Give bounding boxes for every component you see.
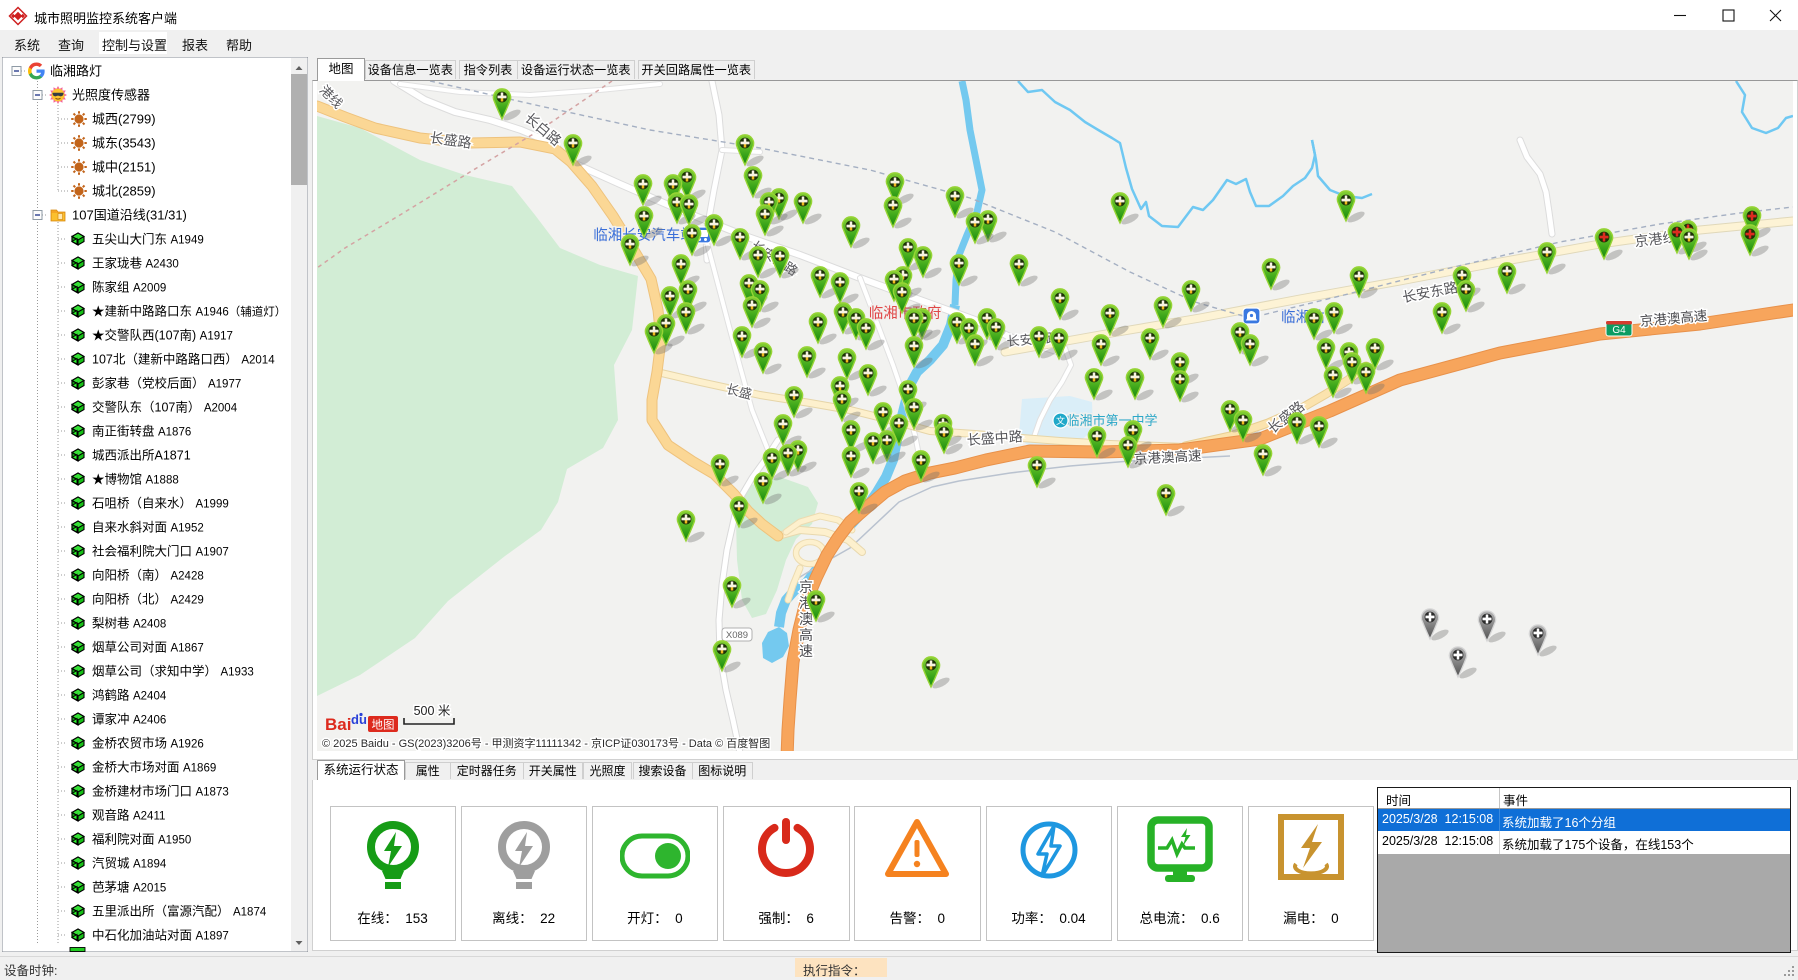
svg-text:五里派出所（富源汽配） A1874: 五里派出所（富源汽配） A1874 xyxy=(92,904,267,919)
svg-text:汽贸城 A1894: 汽贸城 A1894 xyxy=(92,856,167,871)
svg-text:金桥大市场对面 A1869: 金桥大市场对面 A1869 xyxy=(92,760,216,775)
svg-text:石咀桥（自来水） A1999: 石咀桥（自来水） A1999 xyxy=(92,497,229,511)
svg-text:烟草公司（求知中学） A1933: 烟草公司（求知中学） A1933 xyxy=(92,664,254,679)
svg-text:城西派出所A1871: 城西派出所A1871 xyxy=(92,449,191,463)
svg-text:107北（建新中路路口西） A2014: 107北（建新中路路口西） A2014 xyxy=(92,352,275,367)
svg-text:© 2025 Baidu - GS(2023)3206号 -: © 2025 Baidu - GS(2023)3206号 - 甲测资字11111… xyxy=(322,736,770,750)
svg-text:向阳桥（北） A2429: 向阳桥（北） A2429 xyxy=(92,592,204,607)
svg-text:★建新中路路口东 A1946（辅道灯）: ★建新中路路口东 A1946（辅道灯） xyxy=(92,304,286,319)
svg-text:梨树巷 A2408: 梨树巷 A2408 xyxy=(92,616,166,631)
svg-text:金桥建材市场门口 A1873: 金桥建材市场门口 A1873 xyxy=(92,784,229,799)
svg-text:G4: G4 xyxy=(1612,325,1626,336)
svg-text:107国道沿线(31/31): 107国道沿线(31/31) xyxy=(72,208,187,223)
svg-text:城东(3543): 城东(3543) xyxy=(92,136,156,151)
svg-text:临湘市第一中学: 临湘市第一中学 xyxy=(1066,413,1157,428)
svg-text:文: 文 xyxy=(1056,415,1065,426)
svg-text:自来水斜对面 A1952: 自来水斜对面 A1952 xyxy=(92,521,204,535)
svg-text:X089: X089 xyxy=(726,630,748,641)
svg-text:城中(2151): 城中(2151) xyxy=(92,160,156,175)
svg-text:鸿鹤路 A2404: 鸿鹤路 A2404 xyxy=(92,688,167,703)
svg-text:★交警队西(107南) A1917: ★交警队西(107南) A1917 xyxy=(92,328,233,343)
svg-text:谭家冲 A2406: 谭家冲 A2406 xyxy=(92,712,166,727)
svg-text:地图: 地图 xyxy=(372,719,395,732)
svg-text:芭茅塘 A2015: 芭茅塘 A2015 xyxy=(92,880,166,895)
svg-text:du: du xyxy=(351,712,367,727)
svg-text:500 米: 500 米 xyxy=(414,704,451,718)
svg-text:城西(2799): 城西(2799) xyxy=(92,112,156,127)
svg-text:光照度传感器: 光照度传感器 xyxy=(72,88,150,103)
svg-text:★博物馆 A1888: ★博物馆 A1888 xyxy=(92,472,179,487)
svg-text:城北(2859): 城北(2859) xyxy=(92,184,156,199)
svg-text:澳: 澳 xyxy=(799,611,813,627)
svg-text:五尖山大门东 A1949: 五尖山大门东 A1949 xyxy=(92,232,204,247)
svg-text:交警队东（107南） A2004: 交警队东（107南） A2004 xyxy=(92,400,238,415)
svg-text:金桥农贸市场 A1926: 金桥农贸市场 A1926 xyxy=(92,736,204,751)
svg-text:高: 高 xyxy=(799,627,813,643)
svg-text:向阳桥（南） A2428: 向阳桥（南） A2428 xyxy=(92,568,204,583)
svg-text:彭家巷（党校后面） A1977: 彭家巷（党校后面） A1977 xyxy=(92,376,241,391)
svg-text:观音路 A2411: 观音路 A2411 xyxy=(92,808,165,823)
svg-text:陈家组 A2009: 陈家组 A2009 xyxy=(92,280,166,295)
svg-text:王家珑巷 A2430: 王家珑巷 A2430 xyxy=(92,256,179,271)
svg-text:社会福利院大门口 A1907: 社会福利院大门口 A1907 xyxy=(92,544,229,559)
svg-text:烟草公司对面 A1867: 烟草公司对面 A1867 xyxy=(92,641,204,655)
svg-text:Bai: Bai xyxy=(325,715,351,734)
svg-text:临湘路灯: 临湘路灯 xyxy=(50,64,102,79)
svg-text:中石化加油站对面 A1897: 中石化加油站对面 A1897 xyxy=(92,928,229,943)
svg-text:南正街转盘 A1876: 南正街转盘 A1876 xyxy=(92,424,191,439)
svg-text:速: 速 xyxy=(799,643,813,659)
svg-text:福利院对面 A1950: 福利院对面 A1950 xyxy=(92,832,191,847)
